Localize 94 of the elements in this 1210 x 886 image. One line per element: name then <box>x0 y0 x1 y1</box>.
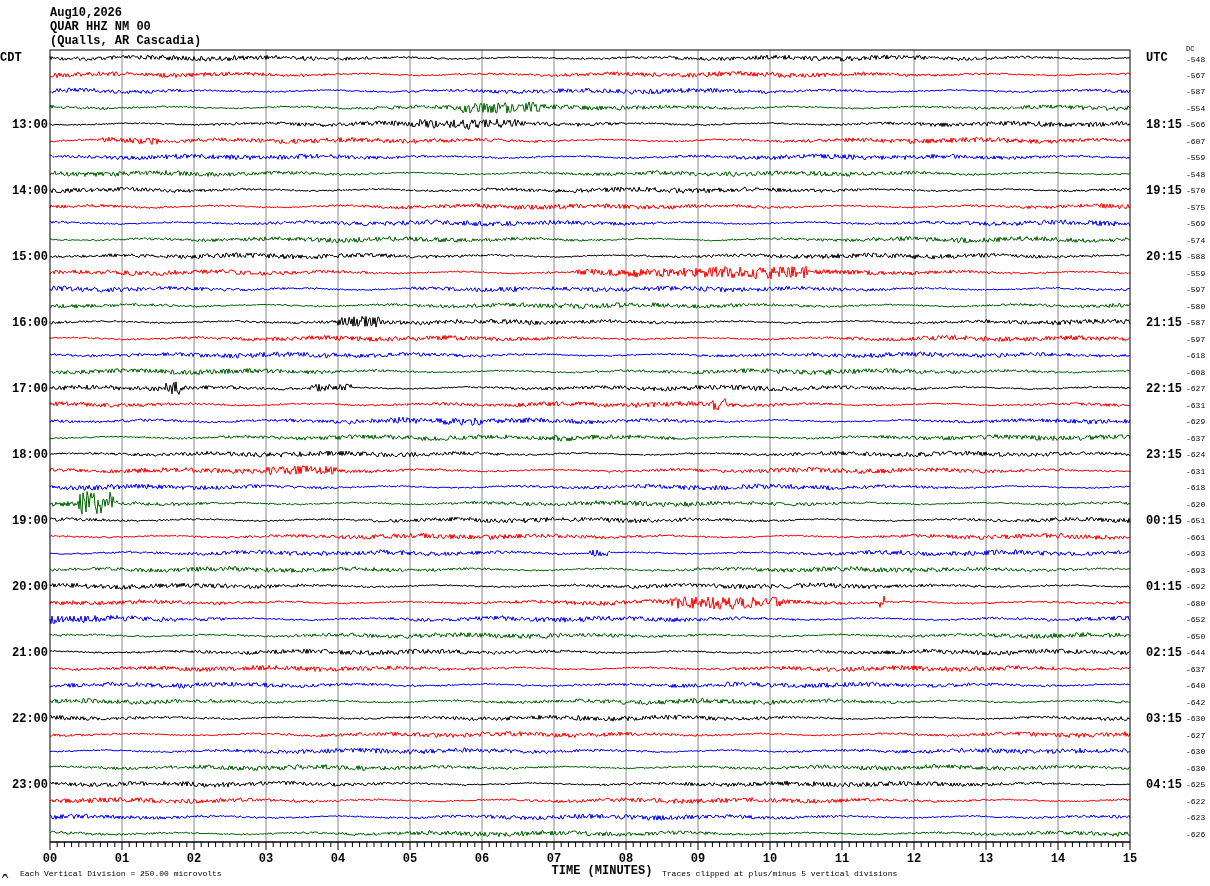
axis-tick-label: 14 <box>1050 852 1066 866</box>
time-zone-label: UTC <box>1146 51 1168 65</box>
clip-note: Traces clipped at plus/minus 5 vertical divisions <box>662 869 898 878</box>
dc-offset-value: -607 <box>1186 136 1206 146</box>
dc-offset-value: -640 <box>1186 681 1206 690</box>
dc-offset-value: -622 <box>1186 796 1206 806</box>
dc-offset-value: -630 <box>1186 763 1206 773</box>
hour-label: 00:15 <box>1146 514 1182 528</box>
dc-offset-value: -580 <box>1186 301 1206 311</box>
dc-offset-value: -650 <box>1186 631 1206 641</box>
axis-tick-label: 15 <box>1122 852 1138 866</box>
hour-label: 13:00 <box>12 118 48 132</box>
dc-offset-value: -597 <box>1186 285 1206 294</box>
dc-offset-value: -644 <box>1186 648 1206 657</box>
dc-offset-value: -608 <box>1186 367 1206 377</box>
dc-offset-value: -559 <box>1186 153 1206 162</box>
dc-offset-value: -597 <box>1186 334 1206 344</box>
dc-offset-value: -569 <box>1186 219 1206 228</box>
axis-tick-label: 01 <box>114 852 130 866</box>
dc-offset-value: -630 <box>1186 714 1206 723</box>
axis-tick-label: 11 <box>834 852 850 866</box>
time-zone-label: CDT <box>0 51 22 65</box>
dc-offset-value: -631 <box>1186 400 1206 410</box>
dc-offset-value: -630 <box>1186 747 1206 756</box>
dc-offset-value: -624 <box>1186 450 1206 459</box>
axis-tick-label: 00 <box>42 852 58 866</box>
axis-title: TIME (MINUTES) <box>551 864 653 878</box>
hour-label: 23:00 <box>12 778 48 792</box>
dc-offset-value: -554 <box>1186 103 1206 113</box>
dc-offset-value: -618 <box>1186 351 1206 360</box>
dc-offset-value: -629 <box>1186 417 1206 426</box>
axis-tick-label: 03 <box>258 852 274 866</box>
hour-label: 14:00 <box>12 184 48 198</box>
hour-label: 21:00 <box>12 646 48 660</box>
plot-title: (Qualls, AR Cascadia) <box>50 34 202 48</box>
hour-label: 20:15 <box>1146 250 1182 264</box>
hour-label: 04:15 <box>1146 778 1182 792</box>
dc-offset-value: -637 <box>1186 433 1206 443</box>
dc-offset-value: -627 <box>1186 384 1206 393</box>
dc-offset-value: -680 <box>1186 598 1206 608</box>
dc-offset-value: -631 <box>1186 466 1206 476</box>
hour-label: 20:00 <box>12 580 48 594</box>
dc-offset-value: -692 <box>1186 582 1206 591</box>
hour-label: 19:00 <box>12 514 48 528</box>
dc-offset-value: -651 <box>1186 516 1206 525</box>
dc-offset-value: -652 <box>1186 615 1206 624</box>
dc-offset-value: -588 <box>1186 252 1206 261</box>
dc-offset-value: -623 <box>1186 813 1206 822</box>
dc-offset-value: -642 <box>1186 697 1206 707</box>
dc-offset-value: -626 <box>1186 829 1206 839</box>
hour-label: 16:00 <box>12 316 48 330</box>
hour-label: 15:00 <box>12 250 48 264</box>
hour-label: 03:15 <box>1146 712 1182 726</box>
hour-label: 22:15 <box>1146 382 1182 396</box>
hour-label: 01:15 <box>1146 580 1182 594</box>
dc-offset-value: -637 <box>1186 664 1206 674</box>
scale-note: Each Vertical Division = 250.00 microvolts <box>20 869 222 878</box>
dc-offset-value: -620 <box>1186 499 1206 509</box>
dc-offset-value: -693 <box>1186 549 1206 558</box>
hour-label: 18:00 <box>12 448 48 462</box>
dc-offset-value: -570 <box>1186 186 1206 195</box>
dc-offset-value: -693 <box>1186 565 1206 575</box>
dc-offset-value: -661 <box>1186 532 1206 542</box>
dc-offset-value: -548 <box>1186 169 1206 179</box>
hour-label: 22:00 <box>12 712 48 726</box>
dc-offset-value: -587 <box>1186 87 1206 96</box>
plot-title: Aug10,2026 <box>50 6 122 20</box>
dc-offset-value: -618 <box>1186 483 1206 492</box>
hour-label: 23:15 <box>1146 448 1182 462</box>
hour-label: 17:00 <box>12 382 48 396</box>
hour-label: 18:15 <box>1146 118 1182 132</box>
axis-tick-label: 08 <box>618 852 634 866</box>
dc-offset-value: -559 <box>1186 268 1206 278</box>
axis-tick-label: 02 <box>186 852 202 866</box>
axis-tick-label: 06 <box>474 852 490 866</box>
plot-title: QUAR HHZ NM 00 <box>50 20 151 34</box>
dc-offset-value: -575 <box>1186 202 1206 212</box>
axis-tick-label: 04 <box>330 852 346 866</box>
axis-tick-label: 07 <box>546 852 562 866</box>
dc-offset-value: -548 <box>1186 55 1206 64</box>
hour-label: 02:15 <box>1146 646 1182 660</box>
hour-label: 21:15 <box>1146 316 1182 330</box>
axis-tick-label: 05 <box>402 852 418 866</box>
axis-tick-label: 09 <box>690 852 706 866</box>
axis-tick-label: 10 <box>762 852 778 866</box>
hour-label: 19:15 <box>1146 184 1182 198</box>
dc-offset-value: -627 <box>1186 730 1206 740</box>
dc-offset-value: -625 <box>1186 780 1206 789</box>
dc-offset-value: -566 <box>1186 120 1206 129</box>
axis-tick-label: 12 <box>906 852 922 866</box>
dc-offset-value: -587 <box>1186 318 1206 327</box>
axis-tick-label: 13 <box>978 852 994 866</box>
dc-offset-value: -567 <box>1186 70 1206 80</box>
dc-offset-value: -574 <box>1186 235 1206 245</box>
